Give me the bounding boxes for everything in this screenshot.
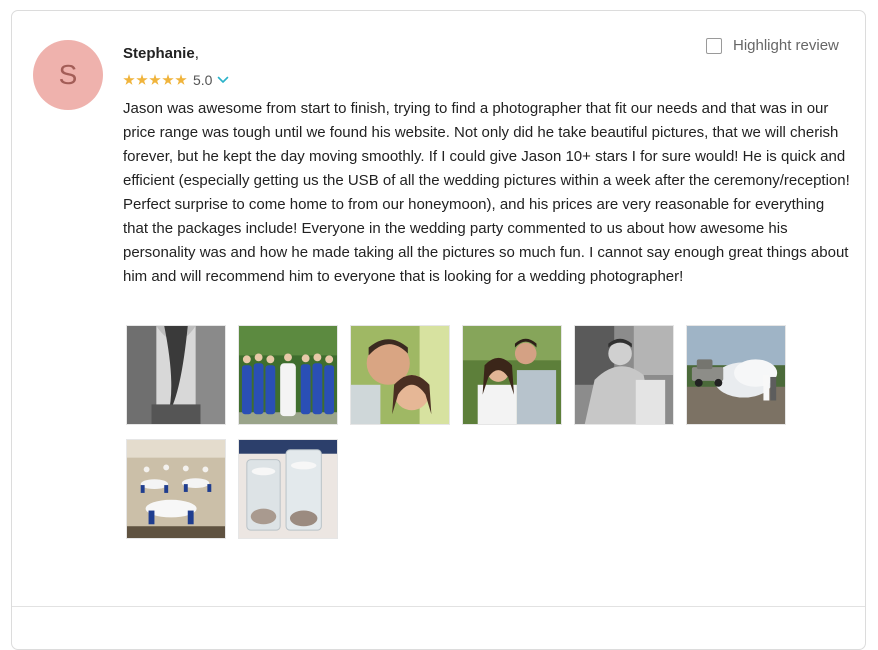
gallery-photo[interactable]: [126, 439, 226, 539]
truck-burnout-couple-photo: [687, 326, 785, 424]
couple-back-bw-photo: [127, 326, 225, 424]
highlight-review-label[interactable]: Highlight review: [733, 37, 839, 54]
avatar-initial: S: [58, 59, 78, 90]
couple-hug-bw-photo: [575, 326, 673, 424]
candle-centerpiece-photo: [239, 440, 337, 538]
reviewer-name-text: Stephanie: [123, 45, 195, 62]
star-icon: [162, 74, 174, 85]
highlight-review-toggle[interactable]: Highlight review: [706, 37, 839, 54]
couple-smiling-closeup-photo: [351, 326, 449, 424]
reviewer-name-suffix: ,: [194, 45, 199, 62]
reviewer-name: Stephanie,: [123, 45, 199, 62]
card-divider: [12, 606, 865, 607]
gallery-photo[interactable]: [238, 325, 338, 425]
review-card: S Stephanie, 5.0 Highlight review Jason …: [11, 10, 866, 650]
star-icon: [123, 74, 135, 85]
gallery-photo[interactable]: [350, 325, 450, 425]
review-text: Jason was awesome from start to finish, …: [123, 100, 850, 285]
star-icon: [136, 74, 148, 85]
gallery-photo[interactable]: [462, 325, 562, 425]
gallery-photo[interactable]: [126, 325, 226, 425]
bridesmaids-blue-dresses-photo: [239, 326, 337, 424]
reception-hall-tables-photo: [127, 440, 225, 538]
gallery-photo[interactable]: [574, 325, 674, 425]
chevron-down-icon[interactable]: [217, 75, 229, 85]
rating: 5.0: [123, 72, 229, 88]
star-icon: [149, 74, 161, 85]
rating-score: 5.0: [193, 72, 213, 88]
star-rating: [123, 74, 187, 86]
gallery-photo[interactable]: [238, 439, 338, 539]
couple-portrait-trees-photo: [463, 326, 561, 424]
highlight-review-checkbox[interactable]: [706, 37, 722, 54]
gallery-photo[interactable]: [686, 325, 786, 425]
avatar: S: [33, 40, 103, 110]
star-icon: [175, 74, 187, 85]
